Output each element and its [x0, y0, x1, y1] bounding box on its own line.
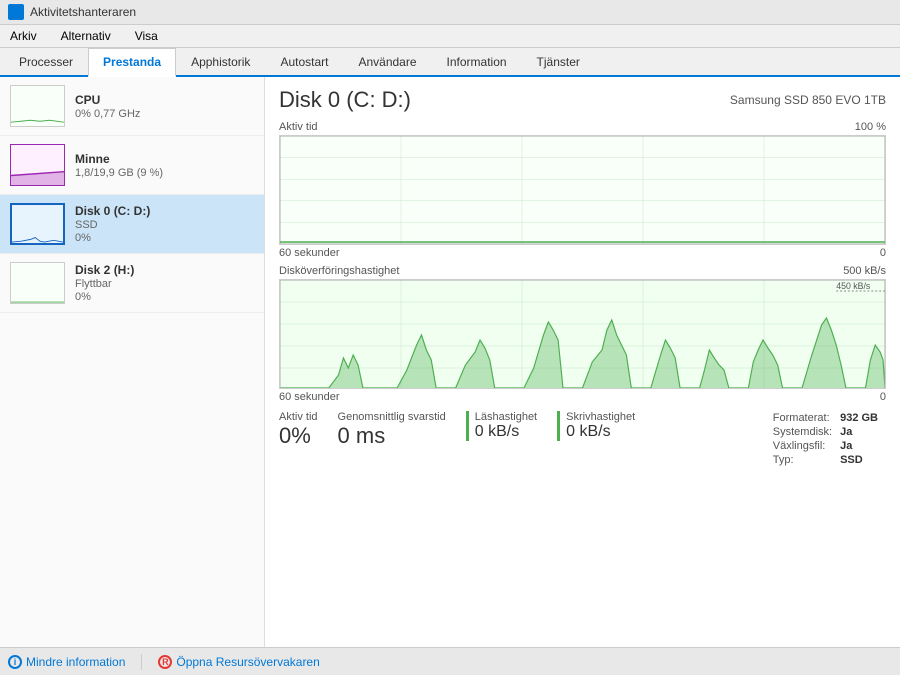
active-time-stat: Aktiv tid 0% [279, 411, 318, 449]
swap-value: Ja [840, 439, 886, 453]
read-speed-value: 0 kB/s [475, 423, 537, 441]
chart1-svg [280, 136, 885, 244]
menu-visa[interactable]: Visa [129, 27, 164, 45]
avg-response-label: Genomsnittlig svarstid [338, 411, 446, 423]
sidebar-item-disk0[interactable]: Disk 0 (C: D:) SSD 0% [0, 195, 264, 254]
tab-anvandare[interactable]: Användare [343, 48, 431, 75]
cpu-info: CPU 0% 0,77 GHz [75, 93, 254, 120]
info-row-format: Formaterat: 932 GB [773, 411, 886, 425]
info-row-type: Typ: SSD [773, 453, 886, 467]
minne-info: Minne 1,8/19,9 GB (9 %) [75, 152, 254, 179]
disk2-thumbnail [10, 262, 65, 304]
active-time-section: Aktiv tid 100 % [279, 121, 886, 259]
less-info-link[interactable]: i Mindre information [8, 655, 125, 669]
minne-name: Minne [75, 152, 254, 166]
stats-row: Aktiv tid 0% Genomsnittlig svarstid 0 ms… [279, 411, 886, 467]
disk2-type: Flyttbar [75, 278, 254, 290]
menu-bar: Arkiv Alternativ Visa [0, 25, 900, 48]
disk0-name: Disk 0 (C: D:) [75, 204, 254, 218]
disk2-usage: 0% [75, 291, 254, 303]
bottom-divider [141, 654, 142, 670]
format-label: Formaterat: [773, 411, 840, 425]
avg-response-value: 0 ms [338, 423, 446, 449]
app-title: Aktivitetshanteraren [30, 5, 136, 19]
chart2-svg: 450 kB/s [280, 280, 885, 389]
bottom-bar: i Mindre information R Öppna Resursöverv… [0, 647, 900, 675]
systemdisk-label: Systemdisk: [773, 425, 840, 439]
chart1-min: 0 [880, 247, 886, 259]
open-resources-link[interactable]: R Öppna Resursövervakaren [158, 655, 319, 669]
less-info-text: Mindre information [26, 655, 125, 669]
minne-thumbnail [10, 144, 65, 186]
swap-label: Växlingsfil: [773, 439, 840, 453]
info-row-swap: Växlingsfil: Ja [773, 439, 886, 453]
info-circle-icon: i [8, 655, 22, 669]
active-time-value: 0% [279, 423, 318, 449]
menu-arkiv[interactable]: Arkiv [4, 27, 43, 45]
disk0-type: SSD [75, 219, 254, 231]
chart2-time: 60 sekunder [279, 391, 340, 403]
write-speed-stat: Skrivhastighet 0 kB/s [557, 411, 635, 441]
disk2-info: Disk 2 (H:) Flyttbar 0% [75, 263, 254, 303]
tab-information[interactable]: Information [432, 48, 522, 75]
speed-stats: Läshastighet 0 kB/s Skrivhastighet 0 kB/… [466, 411, 635, 441]
content-header: Disk 0 (C: D:) Samsung SSD 850 EVO 1TB [279, 87, 886, 113]
disk-info-table: Formaterat: 932 GB Systemdisk: Ja Växlin… [773, 411, 886, 467]
info-row-systemdisk: Systemdisk: Ja [773, 425, 886, 439]
type-label: Typ: [773, 453, 840, 467]
write-speed-value: 0 kB/s [566, 423, 635, 441]
chart1-time: 60 sekunder [279, 247, 340, 259]
chart2-footer: 60 sekunder 0 [279, 391, 886, 403]
tab-apphistorik[interactable]: Apphistorik [176, 48, 265, 75]
disk-info-group: Formaterat: 932 GB Systemdisk: Ja Växlin… [773, 411, 886, 467]
cpu-thumbnail [10, 85, 65, 127]
tab-bar: Processer Prestanda Apphistorik Autostar… [0, 48, 900, 77]
chart2-container: 450 kB/s [279, 279, 886, 389]
disk2-name: Disk 2 (H:) [75, 263, 254, 277]
chart2-max: 500 kB/s [843, 265, 886, 277]
active-time-label: Aktiv tid [279, 411, 318, 423]
tab-processer[interactable]: Processer [4, 48, 88, 75]
sidebar-item-disk2[interactable]: Disk 2 (H:) Flyttbar 0% [0, 254, 264, 313]
format-value: 932 GB [840, 411, 886, 425]
chart2-min: 0 [880, 391, 886, 403]
disk0-usage: 0% [75, 232, 254, 244]
tab-prestanda[interactable]: Prestanda [88, 48, 176, 77]
type-value: SSD [840, 453, 886, 467]
disk0-info: Disk 0 (C: D:) SSD 0% [75, 204, 254, 244]
sidebar: CPU 0% 0,77 GHz Minne 1,8/19,9 GB (9 %) [0, 77, 265, 667]
app-icon [8, 4, 24, 20]
read-speed-label: Läshastighet [475, 411, 537, 423]
chart2-label: Disköverföringshastighet [279, 265, 399, 277]
tab-autostart[interactable]: Autostart [265, 48, 343, 75]
open-resources-text: Öppna Resursövervakaren [176, 655, 319, 669]
menu-alternativ[interactable]: Alternativ [55, 27, 117, 45]
resources-icon: R [158, 655, 172, 669]
disk-detail: Disk 0 (C: D:) Samsung SSD 850 EVO 1TB A… [265, 77, 900, 667]
read-speed-stat: Läshastighet 0 kB/s [466, 411, 537, 441]
chart1-max: 100 % [855, 121, 886, 133]
systemdisk-value: Ja [840, 425, 886, 439]
write-speed-label: Skrivhastighet [566, 411, 635, 423]
chart2-header: Disköverföringshastighet 500 kB/s [279, 265, 886, 277]
chart1-container [279, 135, 886, 245]
sidebar-item-cpu[interactable]: CPU 0% 0,77 GHz [0, 77, 264, 136]
main-content: CPU 0% 0,77 GHz Minne 1,8/19,9 GB (9 %) [0, 77, 900, 667]
tab-tjanster[interactable]: Tjänster [522, 48, 595, 75]
title-bar: Aktivitetshanteraren [0, 0, 900, 25]
chart1-header: Aktiv tid 100 % [279, 121, 886, 133]
minne-usage: 1,8/19,9 GB (9 %) [75, 167, 254, 179]
disk-title: Disk 0 (C: D:) [279, 87, 411, 113]
avg-response-stat: Genomsnittlig svarstid 0 ms [338, 411, 446, 449]
chart1-footer: 60 sekunder 0 [279, 247, 886, 259]
disk0-thumbnail [10, 203, 65, 245]
chart1-label: Aktiv tid [279, 121, 318, 133]
svg-text:450 kB/s: 450 kB/s [836, 281, 871, 291]
disk-model: Samsung SSD 850 EVO 1TB [730, 93, 886, 107]
transfer-rate-section: Disköverföringshastighet 500 kB/s [279, 265, 886, 403]
sidebar-item-minne[interactable]: Minne 1,8/19,9 GB (9 %) [0, 136, 264, 195]
cpu-name: CPU [75, 93, 254, 107]
cpu-usage: 0% 0,77 GHz [75, 108, 254, 120]
